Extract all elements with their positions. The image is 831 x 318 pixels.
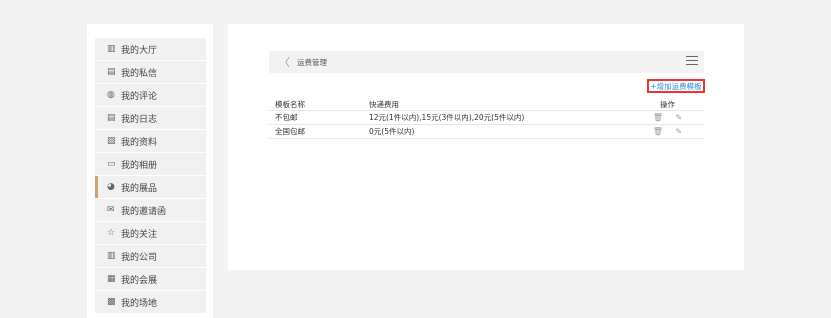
profile-icon: ▨ bbox=[107, 135, 116, 146]
delete-icon[interactable]: 🗑 bbox=[653, 127, 663, 136]
sidebar-item-invitations[interactable]: ✉ 我的邀请函 bbox=[95, 199, 206, 221]
company-icon: ▥ bbox=[107, 250, 116, 261]
edit-icon[interactable]: ✎ bbox=[675, 127, 682, 136]
sidebar-item-company[interactable]: ▥ 我的公司 bbox=[95, 245, 206, 267]
sidebar-item-label: 我的关注 bbox=[121, 229, 158, 240]
actions-cell: 🗑 ✎ bbox=[631, 124, 704, 139]
column-header-name: 模板名称 bbox=[269, 98, 363, 111]
sidebar-item-following[interactable]: ☆ 我的关注 bbox=[95, 222, 206, 244]
content-panel: 〈 运费管理 +增加运费模板 模板名称 快递费用 操作 不包邮 12元(1件以内… bbox=[228, 24, 744, 270]
sidebar-item-profile[interactable]: ▨ 我的资料 bbox=[95, 130, 206, 152]
envelope-icon: ✉ bbox=[107, 204, 115, 215]
showcase-icon: ◕ bbox=[107, 181, 115, 192]
page-header: 〈 运费管理 bbox=[269, 51, 704, 73]
edit-icon[interactable]: ✎ bbox=[675, 113, 682, 122]
sidebar-item-label: 我的相册 bbox=[121, 160, 158, 171]
column-header-fee: 快递费用 bbox=[363, 98, 631, 111]
column-header-actions: 操作 bbox=[631, 98, 704, 111]
add-shipping-template-button[interactable]: +增加运费模板 bbox=[647, 79, 705, 93]
sidebar-item-label: 我的展品 bbox=[121, 183, 158, 194]
sidebar-item-hall[interactable]: ▥ 我的大厅 bbox=[95, 38, 206, 60]
sidebar-item-label: 我的大厅 bbox=[121, 45, 158, 56]
table-row: 不包邮 12元(1件以内),15元(3件以内),20元(5件以内) 🗑 ✎ bbox=[269, 110, 704, 125]
table-header-row: 模板名称 快递费用 操作 bbox=[269, 98, 704, 111]
journal-icon: ▤ bbox=[107, 112, 116, 123]
template-name-cell: 不包邮 bbox=[269, 110, 363, 125]
sidebar-item-exhibitions[interactable]: ▦ 我的会展 bbox=[95, 268, 206, 290]
table-row: 全国包邮 0元(5件以内) 🗑 ✎ bbox=[269, 124, 704, 139]
venue-icon: ▩ bbox=[107, 296, 116, 307]
sidebar-item-comments[interactable]: ◍ 我的评论 bbox=[95, 84, 206, 106]
actions-cell: 🗑 ✎ bbox=[631, 110, 704, 125]
star-icon: ☆ bbox=[107, 227, 116, 238]
sidebar-item-label: 我的公司 bbox=[121, 252, 158, 263]
delete-icon[interactable]: 🗑 bbox=[653, 113, 663, 122]
shipping-template-table: 模板名称 快递费用 操作 不包邮 12元(1件以内),15元(3件以内),20元… bbox=[269, 98, 704, 139]
sidebar-item-label: 我的日志 bbox=[121, 114, 158, 125]
shipping-fee-cell: 0元(5件以内) bbox=[363, 124, 631, 139]
sidebar-item-label: 我的评论 bbox=[121, 91, 158, 102]
sidebar-item-showcase[interactable]: ◕ 我的展品 bbox=[95, 176, 206, 198]
page-title: 运费管理 bbox=[297, 57, 327, 67]
sidebar-item-label: 我的邀请函 bbox=[121, 206, 167, 217]
sidebar: ▥ 我的大厅 ▤ 我的私信 ◍ 我的评论 ▤ 我的日志 ▨ 我的资料 ▭ 我的相册 ◕ 我的展… bbox=[87, 24, 213, 318]
building-icon: ▥ bbox=[107, 43, 116, 54]
sidebar-item-label: 我的私信 bbox=[121, 68, 158, 79]
sidebar-item-venues[interactable]: ▩ 我的场地 bbox=[95, 291, 206, 313]
sidebar-item-album[interactable]: ▭ 我的相册 bbox=[95, 153, 206, 175]
sidebar-item-label: 我的会展 bbox=[121, 275, 158, 286]
sidebar-item-messages[interactable]: ▤ 我的私信 bbox=[95, 61, 206, 83]
message-icon: ▤ bbox=[107, 66, 116, 77]
template-name-cell: 全国包邮 bbox=[269, 124, 363, 139]
album-icon: ▭ bbox=[107, 158, 116, 169]
comment-icon: ◍ bbox=[107, 89, 115, 100]
exhibition-icon: ▦ bbox=[107, 273, 116, 284]
sidebar-item-label: 我的场地 bbox=[121, 298, 158, 309]
sidebar-item-journal[interactable]: ▤ 我的日志 bbox=[95, 107, 206, 129]
chevron-left-icon[interactable]: 〈 bbox=[279, 54, 290, 70]
shipping-fee-cell: 12元(1件以内),15元(3件以内),20元(5件以内) bbox=[363, 110, 631, 125]
sidebar-item-label: 我的资料 bbox=[121, 137, 158, 148]
sidebar-menu: ▥ 我的大厅 ▤ 我的私信 ◍ 我的评论 ▤ 我的日志 ▨ 我的资料 ▭ 我的相册 ◕ 我的展… bbox=[95, 38, 206, 314]
hamburger-menu-icon[interactable] bbox=[686, 56, 698, 68]
